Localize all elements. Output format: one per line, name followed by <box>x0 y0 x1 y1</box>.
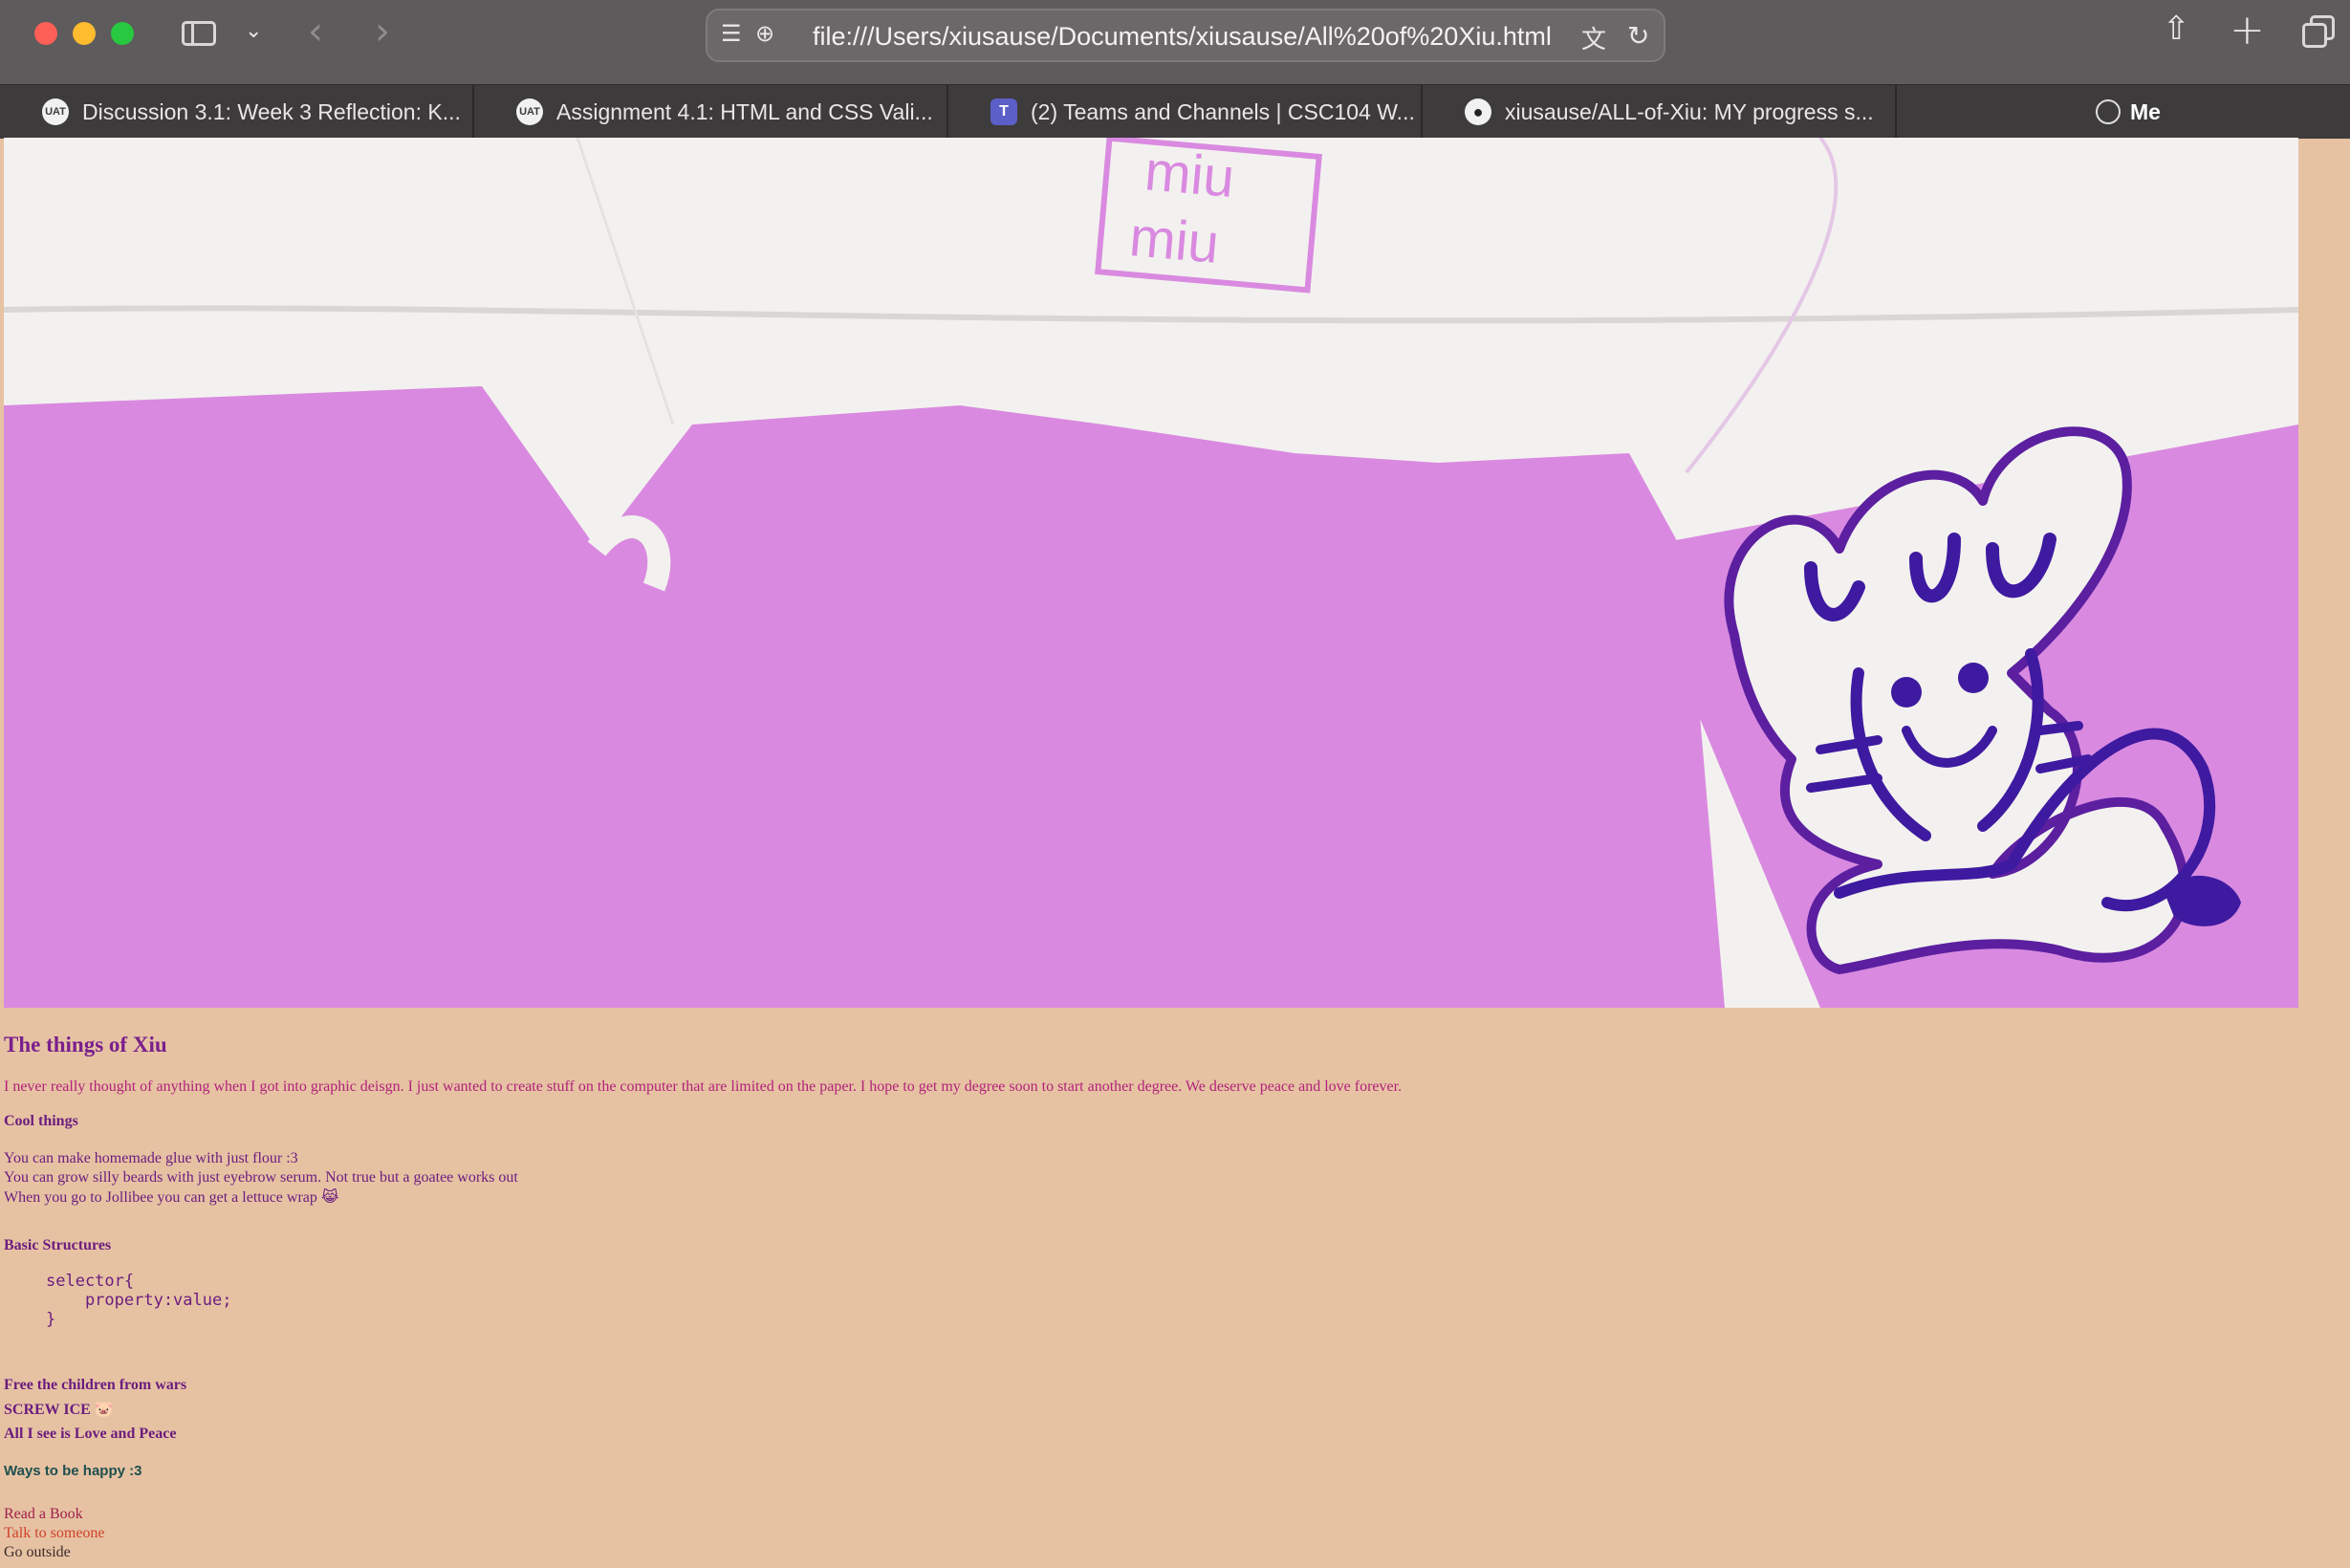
reload-icon[interactable]: ↻ <box>1627 20 1649 52</box>
list-item: Read a Book <box>4 1506 83 1522</box>
tab-profile[interactable]: Me <box>1899 85 2350 139</box>
uat-icon: UAT <box>42 98 69 125</box>
sidebar-toggle-icon[interactable] <box>182 17 220 46</box>
tab-label: xiusause/ALL-of-Xiu: MY progress s... <box>1505 99 1874 124</box>
translate-icon[interactable]: 文 <box>1581 20 1606 55</box>
compass-icon <box>2096 99 2121 124</box>
laughing-cat-emoji: 😹 <box>320 1187 339 1206</box>
tab-label: Discussion 3.1: Week 3 Reflection: K... <box>82 99 461 124</box>
tab-discussion[interactable]: UAT Discussion 3.1: Week 3 Reflection: K… <box>0 85 474 139</box>
list-item: Talk to someone <box>4 1525 105 1541</box>
reader-icon[interactable]: ☰ <box>721 20 742 47</box>
code-block: selector{ property:value; } <box>46 1272 232 1329</box>
minimize-window-button[interactable] <box>73 22 96 45</box>
ways-heading: Ways to be happy :3 <box>4 1463 142 1479</box>
tab-label: (2) Teams and Channels | CSC104 W... <box>1031 99 1415 124</box>
pig-emoji: 🐷 <box>94 1400 114 1418</box>
ways-list: Read a Book Talk to someone Go outside <box>4 1505 105 1562</box>
tab-assignment[interactable]: UAT Assignment 4.1: HTML and CSS Vali... <box>474 85 948 139</box>
free-line: All I see is Love and Peace <box>4 1426 177 1442</box>
forward-icon[interactable]: › <box>375 10 390 54</box>
tab-overview-icon[interactable] <box>2302 15 2335 48</box>
svg-text:miu: miu <box>1142 140 1237 209</box>
teams-icon: T <box>990 98 1017 125</box>
intro-paragraph: I never really thought of anything when … <box>4 1078 1403 1095</box>
page-title: The things of Xiu <box>4 1033 167 1056</box>
cool-things-list: You can make homemade glue with just flo… <box>4 1149 518 1208</box>
close-window-button[interactable] <box>34 22 57 45</box>
free-line: Free the children from wars <box>4 1377 187 1393</box>
page-menu-icon[interactable]: ⊕ <box>755 20 774 47</box>
tab-teams[interactable]: T (2) Teams and Channels | CSC104 W... <box>948 85 1423 139</box>
free-line: SCREW ICE 🐷 <box>4 1400 114 1418</box>
list-item: Go outside <box>4 1544 71 1560</box>
tab-label: Me <box>2130 99 2161 124</box>
tab-bar: UAT Discussion 3.1: Week 3 Reflection: K… <box>0 84 2350 139</box>
new-tab-icon[interactable]: + <box>2230 6 2265 54</box>
tab-github[interactable]: ● xiusause/ALL-of-Xiu: MY progress s... <box>1423 85 1897 139</box>
address-text[interactable]: file:///Users/xiusause/Documents/xiusaus… <box>813 22 1552 52</box>
svg-text:miu: miu <box>1127 206 1222 275</box>
uat-icon: UAT <box>516 98 543 125</box>
list-item: When you go to Jollibee you can get a le… <box>4 1187 339 1206</box>
hero-image: miu miu <box>4 138 2298 1008</box>
address-bar[interactable]: ☰ ⊕ file:///Users/xiusause/Documents/xiu… <box>706 9 1665 62</box>
browser-toolbar: ⌄ ‹ › ☰ ⊕ file:///Users/xiusause/Documen… <box>0 0 2350 84</box>
cool-things-heading: Cool things <box>4 1113 78 1129</box>
github-icon: ● <box>1465 98 1491 125</box>
chevron-down-icon[interactable]: ⌄ <box>245 19 262 43</box>
list-item: You can make homemade glue with just flo… <box>4 1150 298 1166</box>
basic-structures-heading: Basic Structures <box>4 1237 112 1253</box>
tab-label: Assignment 4.1: HTML and CSS Vali... <box>556 99 933 124</box>
share-icon[interactable]: ⇧ <box>2163 10 2190 48</box>
free-section: Free the children from wars SCREW ICE 🐷 … <box>4 1373 186 1446</box>
zoom-window-button[interactable] <box>111 22 134 45</box>
list-item: You can grow silly beards with just eyeb… <box>4 1169 518 1186</box>
back-icon[interactable]: ‹ <box>308 10 323 54</box>
